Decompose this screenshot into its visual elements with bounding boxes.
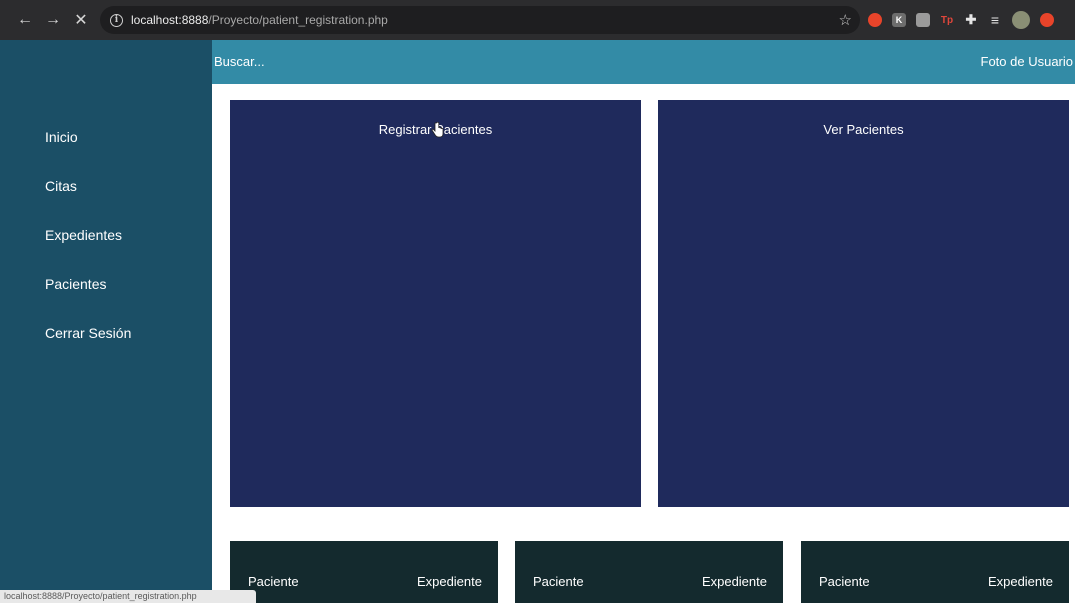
view-patients-title: Ver Pacientes	[823, 122, 904, 137]
sidebar-item-pacientes[interactable]: Pacientes	[45, 275, 131, 324]
sidebar-item-expedientes[interactable]: Expedientes	[45, 226, 131, 275]
record-patient-label: Paciente	[248, 574, 299, 589]
address-bar[interactable]: i localhost:8888/Proyecto/patient_regist…	[100, 6, 860, 34]
update-extension-icon[interactable]	[1040, 13, 1054, 27]
record-patient-label: Paciente	[819, 574, 870, 589]
record-card[interactable]: Paciente Expediente	[230, 541, 498, 603]
browser-status-url: localhost:8888/Proyecto/patient_registra…	[0, 590, 256, 603]
hand-cursor-icon	[431, 122, 444, 138]
sidebar: Inicio Citas Expedientes Pacientes Cerra…	[0, 40, 212, 603]
sidebar-item-inicio[interactable]: Inicio	[45, 128, 131, 177]
sidebar-item-citas[interactable]: Citas	[45, 177, 131, 226]
record-card[interactable]: Paciente Expediente	[515, 541, 783, 603]
record-file-label: Expediente	[987, 574, 1053, 589]
register-patients-card[interactable]: Registrar Pacientes	[230, 100, 641, 507]
record-file-label: Expediente	[416, 574, 482, 589]
url-path: /Proyecto/patient_registration.php	[208, 13, 388, 27]
puzzle-extension-icon[interactable]: ✚	[964, 12, 978, 27]
record-card[interactable]: Paciente Expediente	[801, 541, 1069, 603]
main-content: Registrar Pacientes Ver Pacientes Pacien…	[212, 84, 1075, 603]
url-host: localhost:8888	[131, 13, 209, 27]
extensions-bar: K Tp ✚ ≡	[868, 11, 1054, 29]
folder-extension-icon[interactable]	[916, 13, 930, 27]
bookmark-star-icon[interactable]: ☆	[839, 11, 852, 29]
sidebar-nav: Inicio Citas Expedientes Pacientes Cerra…	[45, 128, 131, 373]
stop-loading-icon[interactable]: ✕	[70, 9, 92, 31]
back-arrow-icon[interactable]: ←	[14, 9, 36, 31]
red-shield-extension-icon[interactable]	[868, 13, 882, 27]
record-file-label: Expediente	[701, 574, 767, 589]
view-patients-card[interactable]: Ver Pacientes	[658, 100, 1069, 507]
browser-toolbar: ← → ✕ i localhost:8888/Proyecto/patient_…	[0, 0, 1075, 40]
forward-arrow-icon[interactable]: →	[42, 9, 64, 31]
topbar: Buscar... Foto de Usuario	[212, 40, 1075, 84]
app-root: ← → ✕ i localhost:8888/Proyecto/patient_…	[0, 0, 1075, 603]
sidebar-item-cerrar-sesion[interactable]: Cerrar Sesión	[45, 324, 131, 373]
profile-avatar-icon[interactable]	[1012, 11, 1030, 29]
playlist-extension-icon[interactable]: ≡	[988, 12, 1002, 28]
record-patient-label: Paciente	[533, 574, 584, 589]
search-input[interactable]: Buscar...	[214, 54, 265, 69]
gray-box-extension-icon[interactable]: K	[892, 13, 906, 27]
info-icon[interactable]: i	[110, 13, 123, 27]
user-photo[interactable]: Foto de Usuario	[981, 54, 1074, 69]
tp-extension-icon[interactable]: Tp	[940, 13, 954, 27]
